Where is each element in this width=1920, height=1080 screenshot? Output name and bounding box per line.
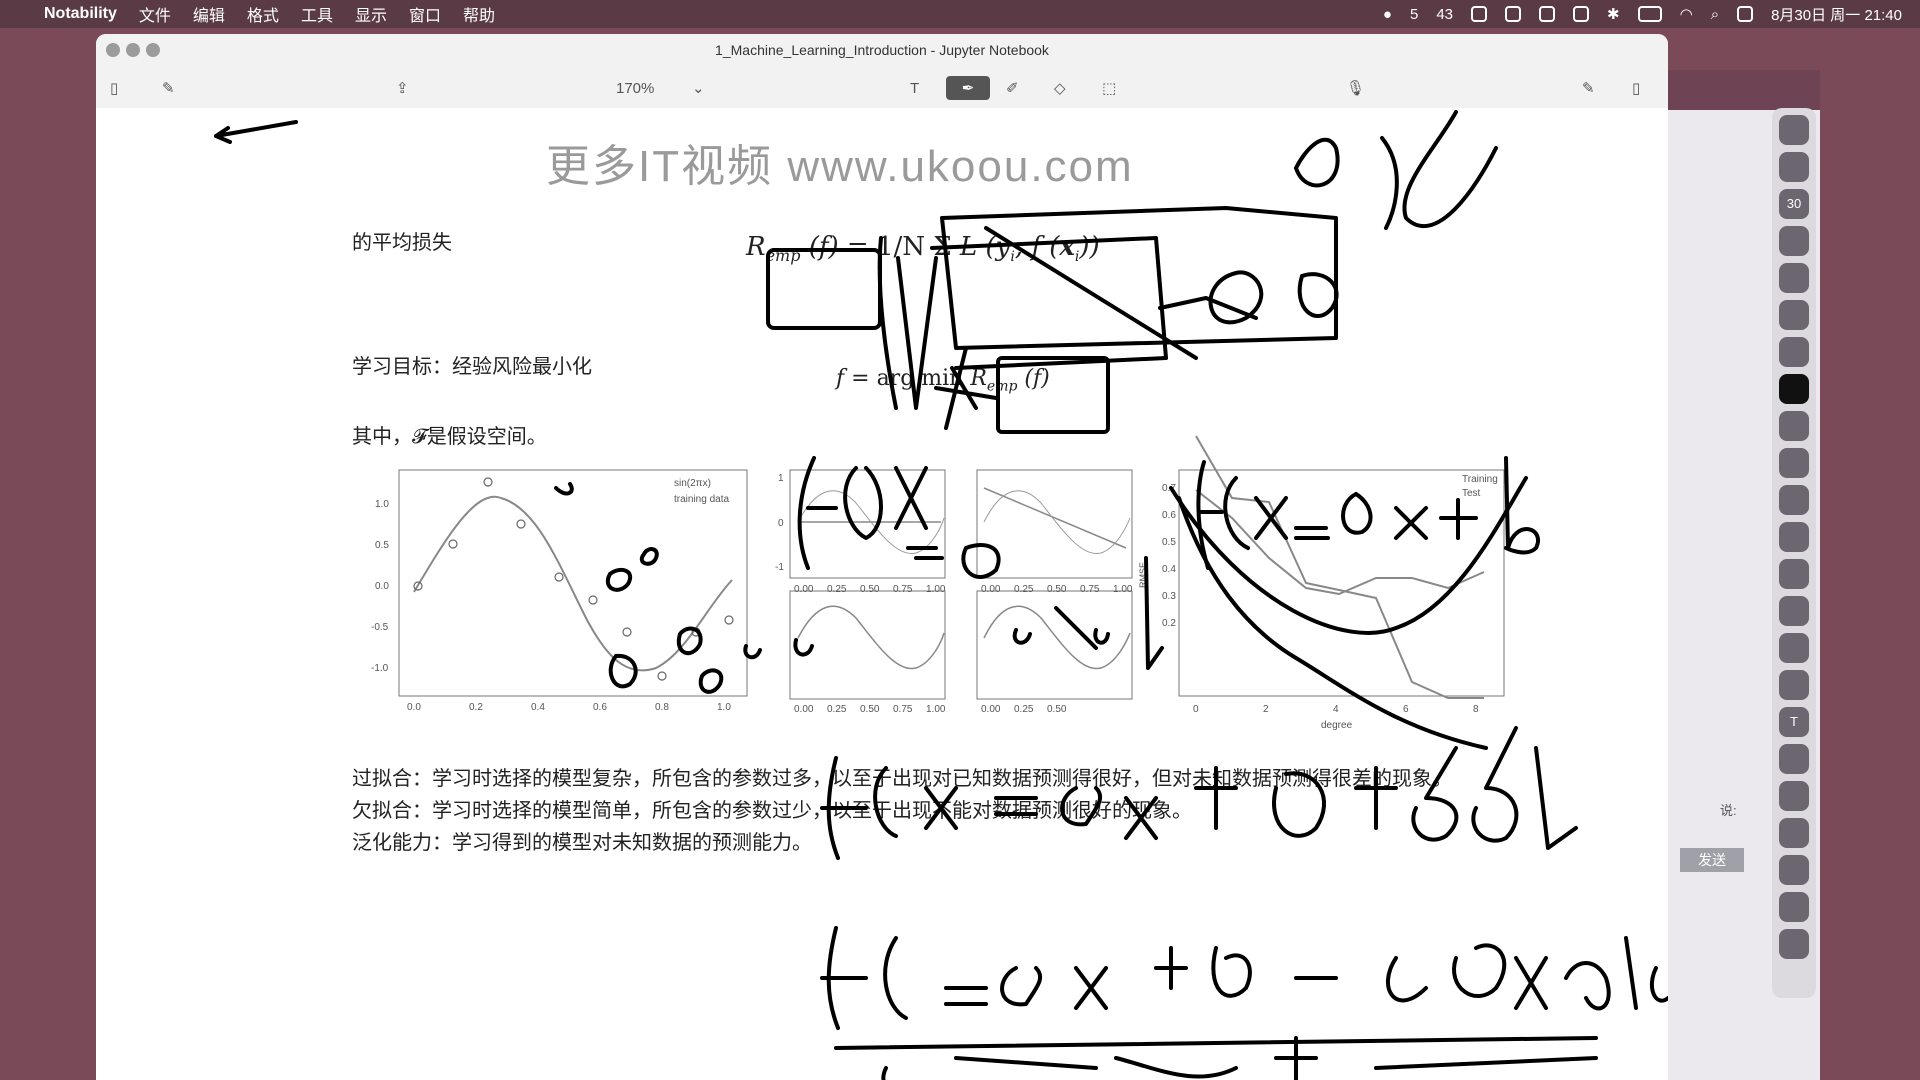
wechat-icon[interactable]: ● <box>1383 6 1392 23</box>
github-icon[interactable] <box>1779 633 1809 663</box>
menu-window[interactable]: 窗口 <box>409 2 441 26</box>
bluetooth-icon[interactable]: ✱ <box>1607 5 1620 23</box>
window-title: 1_Machine_Learning_Introduction - Jupyte… <box>715 42 1049 58</box>
menu-format[interactable]: 格式 <box>247 2 279 26</box>
zoom-level[interactable]: 170% <box>616 76 654 100</box>
spotlight-icon[interactable]: ⌕ <box>1711 6 1719 23</box>
screen-icon[interactable] <box>1573 6 1590 22</box>
menu-view[interactable]: 显示 <box>355 2 387 26</box>
app-menu[interactable]: Notability <box>44 5 117 23</box>
menu-edit[interactable]: 编辑 <box>193 2 225 26</box>
dock-app-icon[interactable] <box>1779 522 1809 552</box>
dock-app-icon[interactable] <box>1779 152 1809 182</box>
chevron-down-icon[interactable]: ⌄ <box>692 76 705 100</box>
dock-app-icon[interactable] <box>1779 670 1809 700</box>
keyboard-icon[interactable] <box>1505 6 1522 22</box>
pen-tool-icon[interactable]: ✒ <box>946 76 990 100</box>
microphone-icon[interactable]: 🎙 <box>1346 76 1365 100</box>
dock-app-icon[interactable] <box>1779 263 1809 293</box>
compose-icon[interactable]: ✎ <box>162 76 175 100</box>
eraser-icon[interactable]: ◇ <box>1054 76 1066 100</box>
page-icon[interactable]: ▯ <box>1632 76 1640 100</box>
sidebar-toggle-icon[interactable]: ▯ <box>110 76 118 100</box>
qq-icon[interactable] <box>1779 411 1809 441</box>
wechat-dock-icon[interactable] <box>1779 448 1809 478</box>
battery-icon[interactable] <box>1637 6 1662 22</box>
dock-app-icon[interactable] <box>1779 226 1809 256</box>
books-icon[interactable] <box>1779 818 1809 848</box>
dock-app-icon[interactable] <box>1779 855 1809 885</box>
search-icon[interactable] <box>1471 6 1488 22</box>
text-tool[interactable]: T <box>910 76 919 100</box>
menu-tools[interactable]: 工具 <box>301 2 333 26</box>
menu-file[interactable]: 文件 <box>139 2 171 26</box>
notability-window: 1_Machine_Learning_Introduction - Jupyte… <box>96 34 1668 1080</box>
handwriting-ink-layer <box>214 110 1668 1080</box>
dock-app-icon[interactable] <box>1779 337 1809 367</box>
menu-help[interactable]: 帮助 <box>463 2 495 26</box>
typora-icon[interactable]: T <box>1779 707 1809 737</box>
dock-app-icon[interactable] <box>1779 596 1809 626</box>
dock-app-icon[interactable] <box>1779 744 1809 774</box>
chat-say-label: 说: <box>1720 803 1737 818</box>
wifi-icon[interactable]: ◠ <box>1680 5 1693 23</box>
share-icon[interactable]: ⇪ <box>396 76 409 100</box>
dock-app-icon[interactable] <box>1779 559 1809 589</box>
wechat-count: 5 <box>1409 5 1419 23</box>
play-icon[interactable] <box>1539 6 1556 22</box>
terminal-icon[interactable] <box>1779 374 1809 404</box>
dock-app-icon[interactable] <box>1779 115 1809 145</box>
dock-app-icon[interactable] <box>1779 300 1809 330</box>
notification-count: 43 <box>1436 5 1454 23</box>
trash-icon[interactable] <box>1779 929 1809 959</box>
control-center-icon[interactable] <box>1737 6 1754 22</box>
title-bar: 1_Machine_Learning_Introduction - Jupyte… <box>96 34 1668 68</box>
dock-app-icon[interactable] <box>1779 485 1809 515</box>
background-titlebar <box>1650 70 1820 110</box>
send-button[interactable]: 发送 <box>1680 848 1744 872</box>
toolbar: ▯ ✎ ⇪ 170% ⌄ T ✒ ✐ ◇ ⬚ 🎙 ✎ ▯ <box>96 68 1668 109</box>
lasso-icon[interactable]: ⬚ <box>1102 76 1116 100</box>
dock-app-icon[interactable] <box>1779 781 1809 811</box>
menu-bar: Notability 文件 编辑 格式 工具 显示 窗口 帮助 ● 5 43 ✱… <box>0 0 1920 28</box>
note-page[interactable]: 更多IT视频 www.ukoou.com 的平均损失 Remp (f) = 1/… <box>96 108 1668 1080</box>
datetime: 8月30日 周一 21:40 <box>1771 6 1902 24</box>
dock-app-icon[interactable] <box>1779 892 1809 922</box>
calendar-icon[interactable]: 30 <box>1779 189 1809 219</box>
side-dock: 30 T <box>1772 108 1816 998</box>
pen-settings-icon[interactable]: ✎ <box>1582 76 1595 100</box>
highlighter-icon[interactable]: ✐ <box>1006 76 1019 100</box>
